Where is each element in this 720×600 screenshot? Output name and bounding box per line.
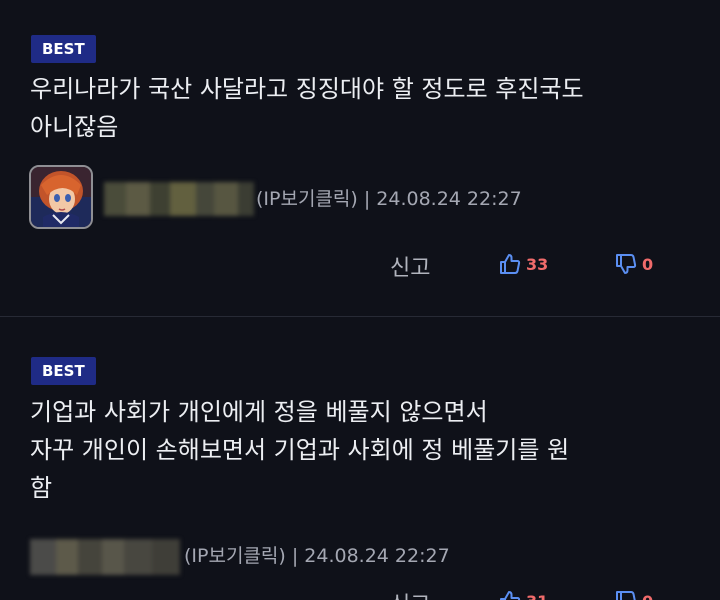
dislike-button[interactable]: 0 [614, 252, 653, 276]
thumbs-down-icon [614, 252, 638, 276]
comment-meta: (IP보기클릭) | 24.08.24 22:27 [256, 188, 522, 210]
comment-text: 기업과 사회가 개인에게 정을 베풀지 않으면서 자꾸 개인이 손해보면서 기업… [30, 393, 700, 507]
nickname-censored [104, 182, 254, 216]
comment-meta: (IP보기클릭) | 24.08.24 22:27 [184, 545, 450, 567]
comment-line: 함 [30, 474, 53, 502]
avatar[interactable] [29, 165, 93, 229]
report-button[interactable]: 신고 [390, 250, 430, 282]
thumbs-down-icon [614, 589, 638, 600]
nickname-censored [30, 539, 180, 575]
thumbs-up-icon [498, 252, 522, 276]
comment-line: 우리나라가 국산 사달라고 징징대야 할 정도로 후진국도 [30, 75, 584, 103]
like-count: 31 [526, 592, 548, 600]
comment-list: BEST 우리나라가 국산 사달라고 징징대야 할 정도로 후진국도 아니잖음 [0, 0, 720, 600]
comment-item: BEST 우리나라가 국산 사달라고 징징대야 할 정도로 후진국도 아니잖음 [0, 0, 720, 316]
like-button[interactable]: 31 [498, 589, 548, 600]
comment-line: 기업과 사회가 개인에게 정을 베풀지 않으면서 [30, 398, 488, 426]
report-button[interactable]: 신고 [390, 587, 430, 600]
best-badge: BEST [31, 35, 96, 63]
comment-item: BEST 기업과 사회가 개인에게 정을 베풀지 않으면서 자꾸 개인이 손해보… [0, 317, 720, 600]
dislike-count: 0 [642, 592, 653, 600]
comment-line: 아니잖음 [30, 113, 119, 141]
dislike-button[interactable]: 0 [614, 589, 653, 600]
dislike-count: 0 [642, 254, 654, 274]
comment-line: 자꾸 개인이 손해보면서 기업과 사회에 정 베풀기를 원 [30, 436, 570, 464]
best-badge: BEST [31, 357, 96, 385]
like-button[interactable]: 33 [498, 252, 548, 276]
like-count: 33 [526, 254, 549, 274]
thumbs-up-icon [498, 589, 522, 600]
comment-text: 우리나라가 국산 사달라고 징징대야 할 정도로 후진국도 아니잖음 [30, 70, 700, 146]
